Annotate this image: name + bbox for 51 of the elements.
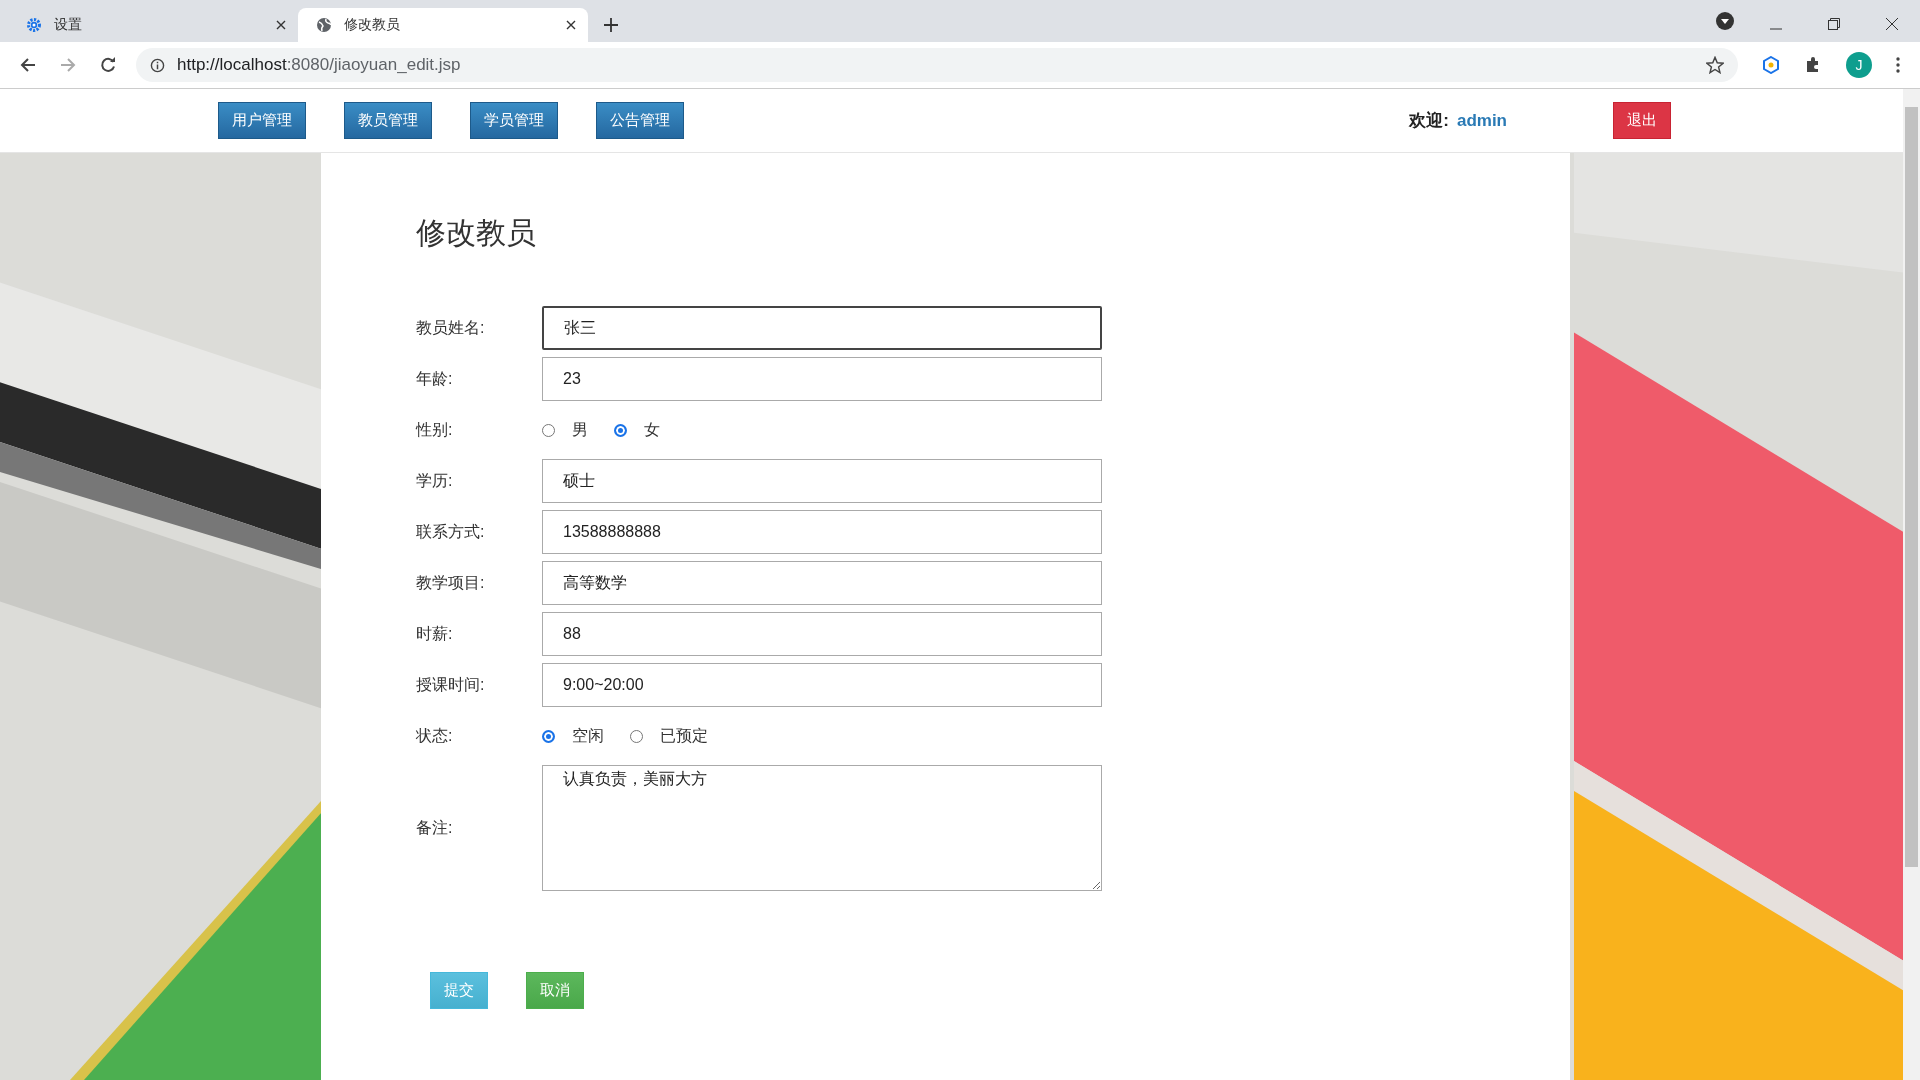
gear-icon bbox=[26, 17, 42, 33]
text-field[interactable]: 9:00~20:00 bbox=[542, 663, 1102, 707]
info-icon bbox=[150, 57, 165, 73]
nav-button[interactable]: 学员管理 bbox=[470, 102, 558, 139]
text-field[interactable]: 23 bbox=[542, 357, 1102, 401]
field-label: 年龄: bbox=[416, 368, 454, 389]
nav-button[interactable]: 用户管理 bbox=[218, 102, 306, 139]
radio-label: 空闲 bbox=[572, 725, 604, 746]
field-label: 性别: bbox=[416, 419, 454, 440]
field-label: 学历: bbox=[416, 470, 454, 491]
logout-button[interactable]: 退出 bbox=[1613, 102, 1671, 139]
remarks-field[interactable]: 认真负责，美丽大方 bbox=[542, 765, 1102, 891]
field-label: 教员姓名: bbox=[416, 317, 486, 338]
username-link[interactable]: admin bbox=[1456, 110, 1507, 131]
text-field[interactable]: 高等数学 bbox=[542, 561, 1102, 605]
reload-icon[interactable] bbox=[100, 57, 116, 73]
url-text: http://localhost:8080/jiaoyuan_edit.jsp bbox=[177, 55, 461, 75]
text-field[interactable]: 88 bbox=[542, 612, 1102, 656]
nav-button[interactable]: 公告管理 bbox=[596, 102, 684, 139]
menu-icon[interactable] bbox=[1896, 57, 1900, 73]
welcome-label: 欢迎: bbox=[1409, 110, 1449, 132]
page-title: 修改教员 bbox=[416, 215, 537, 251]
back-icon[interactable] bbox=[20, 57, 36, 73]
close-icon[interactable] bbox=[276, 20, 286, 30]
field-label: 时薪: bbox=[416, 623, 454, 644]
field-label: 教学项目: bbox=[416, 572, 486, 593]
nav-button[interactable]: 教员管理 bbox=[344, 102, 432, 139]
close-icon[interactable] bbox=[566, 20, 576, 30]
globe-icon bbox=[316, 17, 332, 33]
browser-tab[interactable]: 设置 bbox=[8, 8, 298, 42]
radio-button[interactable] bbox=[542, 729, 555, 743]
radio-label: 已预定 bbox=[660, 725, 708, 746]
text-field[interactable]: 张三 bbox=[542, 306, 1102, 350]
dropdown-icon[interactable] bbox=[1716, 12, 1734, 30]
scrollbar[interactable] bbox=[1903, 89, 1920, 1080]
plus-icon[interactable] bbox=[604, 18, 618, 32]
extension-icon[interactable] bbox=[1762, 56, 1780, 74]
field-label: 授课时间: bbox=[416, 674, 486, 695]
radio-label: 女 bbox=[644, 419, 660, 440]
field-label: 备注: bbox=[416, 817, 454, 838]
address-bar[interactable]: http://localhost:8080/jiaoyuan_edit.jsp bbox=[136, 48, 1738, 82]
radio-button[interactable] bbox=[614, 423, 627, 437]
field-label: 联系方式: bbox=[416, 521, 486, 542]
restore-icon[interactable] bbox=[1828, 18, 1840, 30]
text-field[interactable]: 硕士 bbox=[542, 459, 1102, 503]
radio-label: 男 bbox=[572, 419, 588, 440]
star-icon[interactable] bbox=[1706, 56, 1724, 74]
field-label: 状态: bbox=[416, 725, 454, 746]
close-icon[interactable] bbox=[1886, 18, 1898, 30]
browser-tab[interactable]: 修改教员 bbox=[298, 8, 588, 42]
text-field[interactable]: 13588888888 bbox=[542, 510, 1102, 554]
